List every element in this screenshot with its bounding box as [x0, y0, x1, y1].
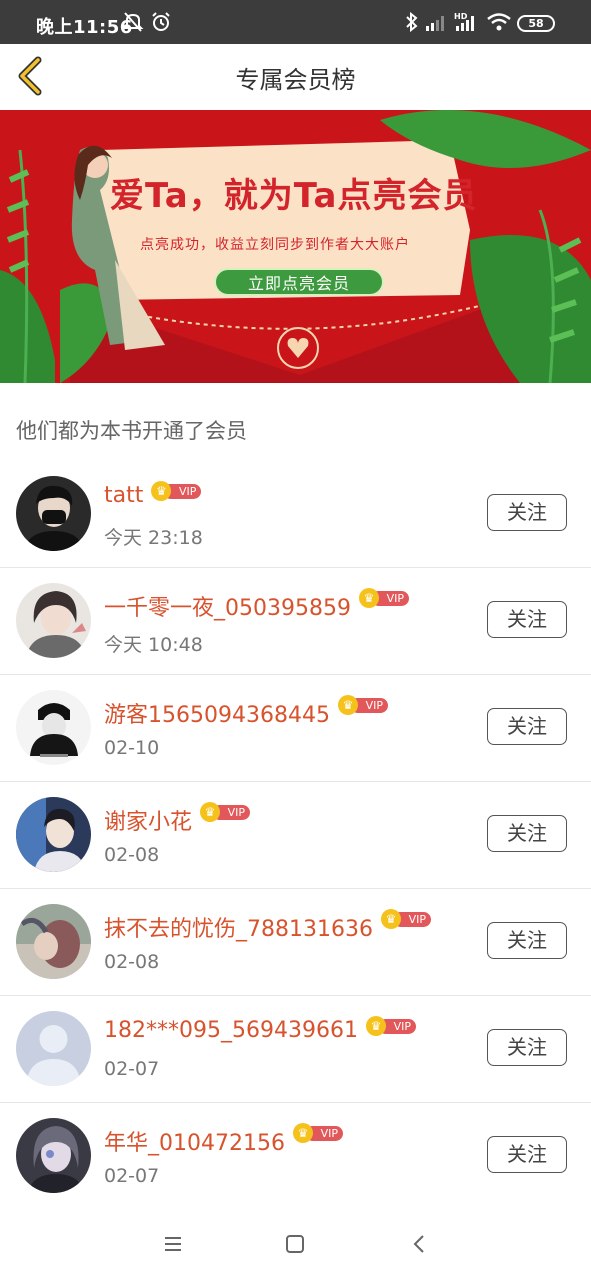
home-icon[interactable]	[284, 1234, 306, 1254]
username[interactable]: tatt ♛ VIP	[104, 481, 202, 508]
join-time: 02-08	[104, 951, 160, 973]
vip-badge: ♛ VIP	[151, 481, 202, 501]
follow-button[interactable]: 关注	[487, 1029, 567, 1066]
username-text[interactable]: tatt	[104, 483, 143, 508]
username-text[interactable]: 182***095_569439661	[104, 1018, 358, 1043]
username[interactable]: 谢家小花 ♛ VIP	[104, 802, 251, 836]
list-item[interactable]: tatt ♛ VIP 今天 23:18 关注	[0, 461, 591, 568]
join-time: 今天 10:48	[104, 634, 203, 656]
battery-indicator: 58	[517, 15, 555, 32]
list-item[interactable]: 一千零一夜_050395859 ♛ VIP 今天 10:48 关注	[0, 568, 591, 675]
username-text[interactable]: 游客1565094368445	[104, 703, 330, 728]
join-time: 02-08	[104, 844, 160, 866]
member-list: tatt ♛ VIP 今天 23:18 关注 一千零一夜_050395859 ♛ VIP…	[0, 461, 591, 1210]
username[interactable]: 182***095_569439661 ♛ VIP	[104, 1016, 416, 1043]
section-header: 他们都为本书开通了会员	[0, 383, 591, 462]
crown-icon: ♛	[358, 588, 379, 608]
alarm-icon	[152, 12, 170, 31]
banner-subtitle: 点亮成功，收益立刻同步到作者大大账户	[140, 237, 410, 253]
crown-icon: ♛	[200, 802, 221, 822]
follow-button[interactable]: 关注	[487, 494, 567, 531]
join-time: 今天 23:18	[104, 527, 203, 549]
status-bar: 晚上11:56 HD 58	[0, 0, 591, 44]
avatar[interactable]	[16, 476, 91, 551]
avatar[interactable]	[16, 797, 91, 872]
avatar[interactable]	[16, 1011, 91, 1086]
vip-badge: ♛ VIP	[337, 695, 388, 715]
vip-badge: ♛ VIP	[358, 588, 409, 608]
section-title: 他们都为本书开通了会员	[16, 419, 247, 443]
avatar[interactable]	[16, 583, 91, 658]
system-nav-bar	[0, 1208, 591, 1280]
crown-icon: ♛	[380, 909, 401, 929]
username-text[interactable]: 一千零一夜_050395859	[104, 596, 351, 621]
join-time: 02-07	[104, 1165, 160, 1187]
list-item[interactable]: 游客1565094368445 ♛ VIP 02-10 关注	[0, 675, 591, 782]
avatar[interactable]	[16, 904, 91, 979]
crown-icon: ♛	[365, 1016, 386, 1036]
list-item[interactable]: 182***095_569439661 ♛ VIP 02-07 关注	[0, 996, 591, 1103]
light-up-vip-button[interactable]: 立即点亮会员	[214, 268, 384, 296]
crown-icon: ♛	[292, 1123, 313, 1143]
vip-badge: ♛ VIP	[365, 1016, 416, 1036]
wifi-icon	[487, 13, 511, 31]
bluetooth-icon	[406, 11, 418, 33]
vip-promo-banner[interactable]: 爱Ta，就为Ta点亮会员 点亮成功，收益立刻同步到作者大大账户 立即点亮会员	[0, 110, 591, 383]
follow-button[interactable]: 关注	[487, 922, 567, 959]
join-time: 02-10	[104, 737, 160, 759]
mute-icon	[122, 12, 144, 32]
username-text[interactable]: 抹不去的忧伤_788131636	[104, 917, 373, 942]
status-time: 晚上11:56	[36, 17, 133, 38]
join-time: 02-07	[104, 1058, 160, 1080]
back-icon[interactable]	[408, 1234, 430, 1254]
menu-icon[interactable]	[162, 1234, 184, 1254]
list-item[interactable]: 抹不去的忧伤_788131636 ♛ VIP 02-08 关注	[0, 889, 591, 996]
signal-icon	[426, 16, 444, 31]
vip-badge: ♛ VIP	[200, 802, 251, 822]
crown-icon: ♛	[337, 695, 358, 715]
username-text[interactable]: 谢家小花	[104, 810, 192, 835]
vip-badge: ♛ VIP	[380, 909, 431, 929]
list-item[interactable]: 谢家小花 ♛ VIP 02-08 关注	[0, 782, 591, 889]
svg-text:HD: HD	[454, 12, 468, 21]
vip-badge: ♛ VIP	[292, 1123, 343, 1143]
follow-button[interactable]: 关注	[487, 601, 567, 638]
follow-button[interactable]: 关注	[487, 1136, 567, 1173]
hd-signal-icon: HD	[454, 12, 474, 31]
page-title: 专属会员榜	[235, 66, 356, 94]
username[interactable]: 抹不去的忧伤_788131636 ♛ VIP	[104, 909, 431, 943]
avatar[interactable]	[16, 1118, 91, 1193]
banner-title: 爱Ta，就为Ta点亮会员	[110, 176, 478, 216]
title-bar: 专属会员榜	[0, 44, 591, 110]
username-text[interactable]: 年华_010472156	[104, 1131, 285, 1156]
list-item[interactable]: 年华_010472156 ♛ VIP 02-07 关注	[0, 1103, 591, 1210]
follow-button[interactable]: 关注	[487, 708, 567, 745]
avatar[interactable]	[16, 690, 91, 765]
follow-button[interactable]: 关注	[487, 815, 567, 852]
username[interactable]: 游客1565094368445 ♛ VIP	[104, 695, 388, 729]
username[interactable]: 一千零一夜_050395859 ♛ VIP	[104, 588, 409, 622]
username[interactable]: 年华_010472156 ♛ VIP	[104, 1123, 343, 1157]
